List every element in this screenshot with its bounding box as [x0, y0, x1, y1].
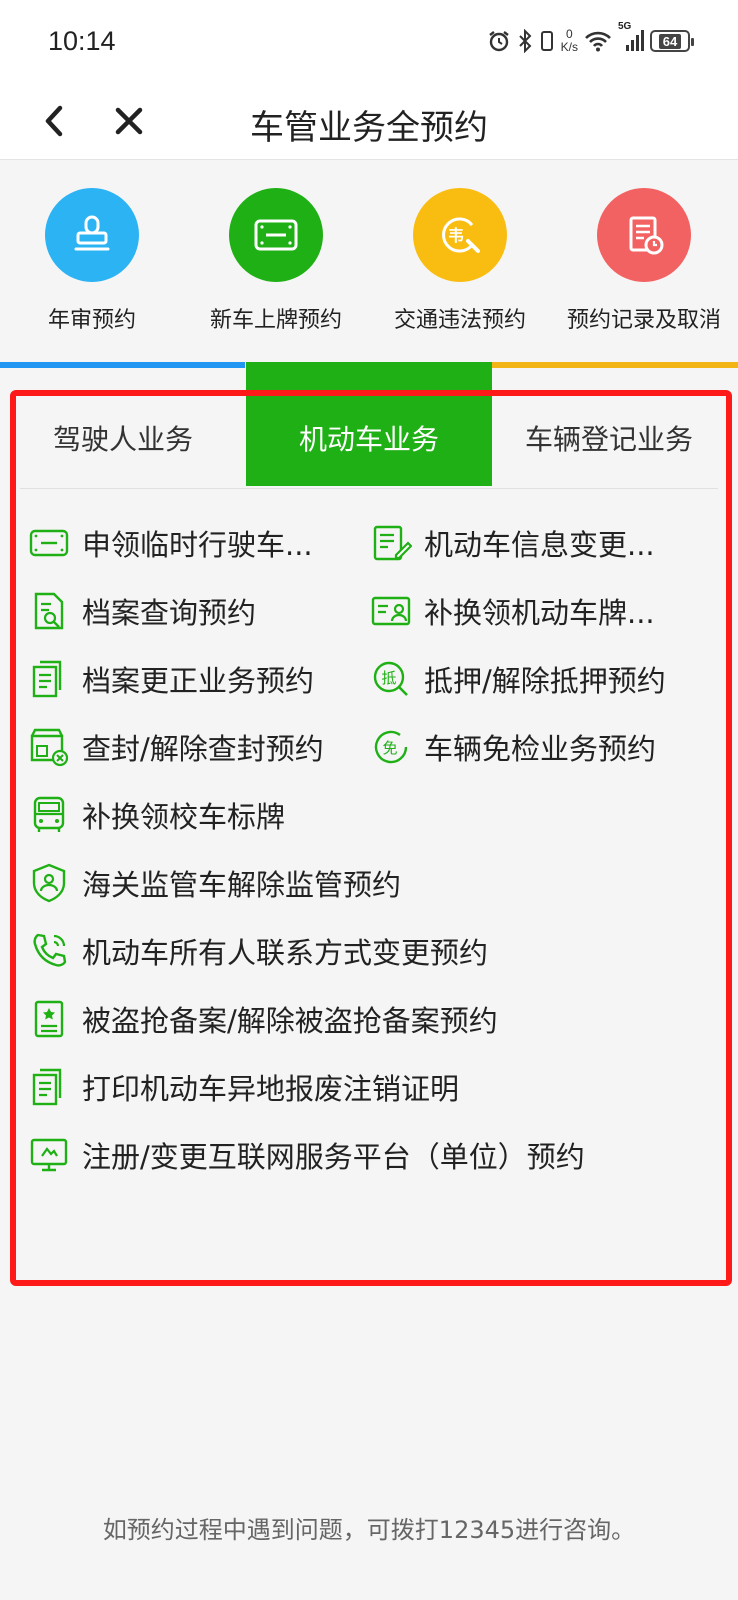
service-label: 机动车所有人联系方式变更预约: [82, 936, 489, 970]
service-list: 申领临时行驶车... 机动车信息变更... 档案查询预约 补换领机动车牌... …: [20, 488, 718, 1276]
service-label: 补换领校车标牌: [82, 800, 286, 834]
status-bar: 10:14 0 K/s 5G 64: [0, 0, 738, 86]
school-bus-icon: [33, 796, 65, 832]
service-label: 海关监管车解除监管预约: [82, 868, 402, 902]
monitor-icon: [30, 1138, 68, 1172]
help-hint: 如预约过程中遇到问题，可拨打12345进行咨询。: [102, 1516, 636, 1544]
quick-action-label: 交通违法预约: [393, 308, 526, 333]
document-search-icon: [34, 592, 64, 630]
tab-label: 驾驶人业务: [52, 423, 193, 456]
quick-actions: 年审预约 新车上牌预约 韦 交通违法预约 预约记录及取消: [0, 160, 738, 360]
svg-text:免: 免: [382, 739, 397, 757]
tab-vehicle[interactable]: 机动车业务: [246, 362, 492, 486]
phone-icon: [33, 933, 67, 967]
seal-shop-icon: [30, 728, 69, 767]
certificate-icon: [34, 1000, 64, 1038]
violation-search-icon: 韦: [413, 188, 507, 282]
quick-action-records[interactable]: 预约记录及取消: [552, 188, 736, 334]
quick-action-violation[interactable]: 韦 交通违法预约: [368, 188, 552, 334]
service-archive-query[interactable]: 档案查询预约: [28, 587, 256, 635]
service-school-bus[interactable]: 补换领校车标牌: [28, 791, 285, 839]
service-label: 补换领机动车牌...: [424, 596, 655, 630]
svg-text:抵: 抵: [381, 669, 396, 687]
service-label: 机动车信息变更...: [424, 528, 655, 562]
network-speed: 0 K/s: [560, 27, 578, 54]
service-replace-plate[interactable]: 补换领机动车牌...: [370, 587, 655, 635]
service-temp-plate[interactable]: 申领临时行驶车...: [28, 519, 313, 567]
service-label: 档案更正业务预约: [82, 664, 315, 698]
quick-action-label: 新车上牌预约: [209, 308, 342, 333]
service-internet-platform[interactable]: 注册/变更互联网服务平台（单位）预约: [28, 1131, 585, 1179]
service-exempt[interactable]: 免 车辆免检业务预约: [370, 723, 656, 771]
svg-text:韦: 韦: [448, 226, 464, 245]
service-info-change[interactable]: 机动车信息变更...: [370, 519, 655, 567]
status-time: 10:14: [48, 26, 116, 56]
vibrate-icon: [539, 29, 555, 53]
license-plate-icon: [229, 188, 323, 282]
service-owner-contact[interactable]: 机动车所有人联系方式变更预约: [28, 927, 488, 975]
service-label: 注册/变更互联网服务平台（单位）预约: [82, 1140, 585, 1174]
service-theft-record[interactable]: 被盗抢备案/解除被盗抢备案预约: [28, 995, 498, 1043]
documents-icon: [32, 660, 62, 698]
signal-icon: 5G: [618, 21, 644, 53]
quick-action-annual-inspection[interactable]: 年审预约: [0, 188, 184, 334]
plate-icon: [29, 529, 69, 557]
quick-action-label: 预约记录及取消: [566, 308, 721, 333]
shield-user-icon: [32, 863, 66, 903]
exempt-icon: 免: [374, 730, 408, 764]
service-label: 车辆免检业务预约: [424, 732, 657, 766]
tab-driver[interactable]: 驾驶人业务: [20, 390, 226, 486]
mortgage-icon: 抵: [373, 661, 408, 696]
record-clock-icon: [597, 188, 691, 282]
page-title: 车管业务全预约: [250, 108, 488, 148]
edit-document-icon: [373, 525, 412, 561]
service-customs[interactable]: 海关监管车解除监管预约: [28, 859, 401, 907]
service-label: 打印机动车异地报废注销证明: [82, 1072, 460, 1106]
stamp-icon: [45, 188, 139, 282]
wifi-icon: [584, 30, 612, 52]
service-seal[interactable]: 查封/解除查封预约: [28, 723, 324, 771]
service-label: 被盗抢备案/解除被盗抢备案预约: [82, 1004, 498, 1038]
service-mortgage[interactable]: 抵 抵押/解除抵押预约: [370, 655, 666, 703]
battery-icon: 64: [650, 30, 694, 52]
business-tabs: 驾驶人业务 机动车业务 车辆登记业务: [20, 362, 718, 488]
service-label: 申领临时行驶车...: [82, 528, 313, 562]
documents-icon: [32, 1068, 62, 1106]
alarm-icon: [487, 29, 511, 53]
id-card-icon: [371, 596, 411, 626]
status-icons: 0 K/s 5G 64: [487, 21, 694, 56]
tab-label: 机动车业务: [298, 423, 439, 456]
service-label: 抵押/解除抵押预约: [424, 664, 666, 698]
tab-label: 车辆登记业务: [524, 423, 693, 456]
quick-action-new-plate[interactable]: 新车上牌预约: [184, 188, 368, 334]
service-label: 查封/解除查封预约: [82, 732, 324, 766]
service-scrap-certificate[interactable]: 打印机动车异地报废注销证明: [28, 1063, 459, 1111]
tab-registration[interactable]: 车辆登记业务: [500, 390, 718, 486]
quick-action-label: 年审预约: [47, 308, 136, 333]
service-label: 档案查询预约: [82, 596, 257, 630]
title-bar: 车管业务全预约: [0, 86, 738, 160]
bluetooth-icon: [517, 29, 533, 53]
service-archive-correction[interactable]: 档案更正业务预约: [28, 655, 314, 703]
